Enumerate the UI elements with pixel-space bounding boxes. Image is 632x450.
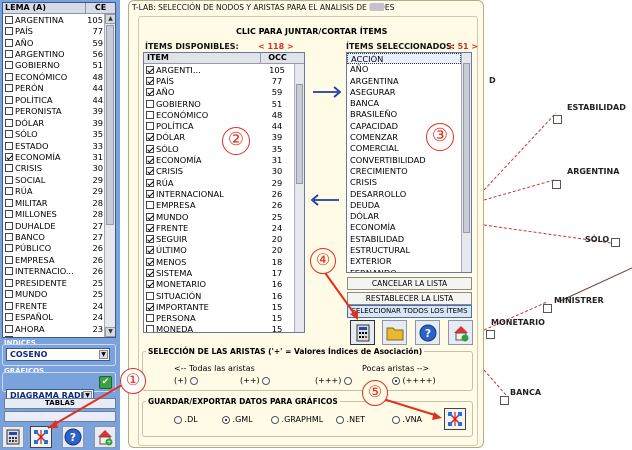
- callout-1: ①: [120, 368, 146, 394]
- callout-2: ②: [222, 127, 250, 155]
- callout-3: ③: [426, 123, 454, 151]
- callout-4: ④: [310, 248, 336, 274]
- annotation-arrows: [47, 269, 442, 429]
- callout-5: ⑤: [362, 380, 388, 406]
